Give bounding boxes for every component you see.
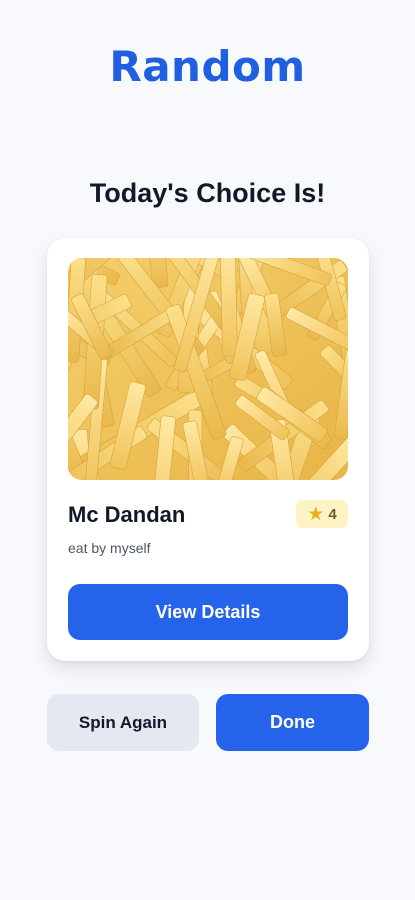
spin-again-button[interactable]: Spin Again xyxy=(47,694,199,751)
food-image xyxy=(68,258,348,480)
page-subtitle: Today's Choice Is! xyxy=(89,178,326,208)
star-icon: ★ xyxy=(307,503,325,525)
restaurant-note: eat by myself xyxy=(68,540,151,556)
rating-badge: ★ 4 xyxy=(296,500,348,528)
done-button[interactable]: Done xyxy=(216,694,369,751)
restaurant-name: Mc Dandan xyxy=(68,502,186,527)
fry-shape xyxy=(219,258,238,357)
rating-value: 4 xyxy=(328,505,337,523)
app-title: Random xyxy=(109,42,306,91)
restaurant-card: Mc Dandan ★ 4 eat by myself View Details xyxy=(47,238,369,661)
french-fries-image xyxy=(68,258,348,480)
view-details-button[interactable]: View Details xyxy=(68,584,348,640)
